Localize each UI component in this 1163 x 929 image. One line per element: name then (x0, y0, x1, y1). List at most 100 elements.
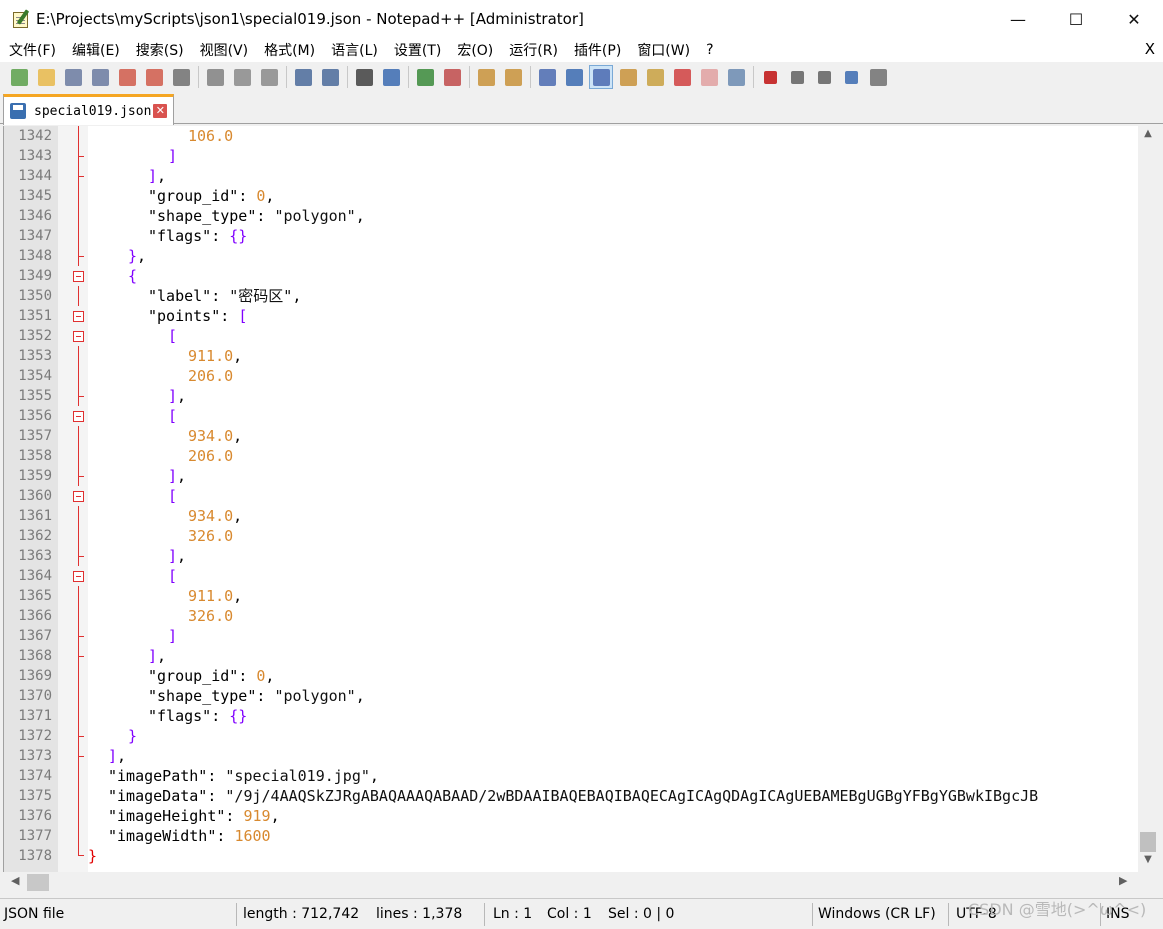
code-line[interactable]: 1375 "imageData": "/9j/4AAQSkZJRgABAQAAAQ… (4, 786, 1138, 806)
code-line[interactable]: 1350 "label": "密码区", (4, 286, 1138, 306)
menu-settings[interactable]: 设置(T) (385, 40, 448, 60)
code-line[interactable]: 1376 "imageHeight": 919, (4, 806, 1138, 826)
scroll-right-icon[interactable]: ▶ (1119, 874, 1127, 887)
indent-guide-icon[interactable] (589, 65, 613, 89)
code-line[interactable]: 1356 [ (4, 406, 1138, 426)
close-icon[interactable] (115, 65, 139, 89)
code-line[interactable]: 1365 911.0, (4, 586, 1138, 606)
menu-plugins[interactable]: 插件(P) (565, 40, 628, 60)
code-line[interactable]: 1374 "imagePath": "special019.jpg", (4, 766, 1138, 786)
code-line[interactable]: 1361 934.0, (4, 506, 1138, 526)
menu-edit[interactable]: 编辑(E) (63, 40, 127, 60)
code-line[interactable]: 1366 326.0 (4, 606, 1138, 626)
horizontal-scrollbar[interactable]: ◀ ▶ (3, 872, 1138, 893)
monitoring-icon[interactable] (724, 65, 748, 89)
code-line[interactable]: 1363], (4, 546, 1138, 566)
scroll-down-icon[interactable]: ▼ (1138, 854, 1158, 872)
zoom-out-icon[interactable] (440, 65, 464, 89)
code-line[interactable]: 1372} (4, 726, 1138, 746)
cut-icon[interactable] (203, 65, 227, 89)
vertical-scroll-thumb[interactable] (1140, 832, 1156, 852)
document-map-icon[interactable] (616, 65, 640, 89)
code-line[interactable]: 1377 "imageWidth": 1600 (4, 826, 1138, 846)
code-line[interactable]: 1358 206.0 (4, 446, 1138, 466)
close-button[interactable]: ✕ (1105, 0, 1163, 38)
record-macro-icon[interactable] (758, 65, 782, 89)
fold-toggle-icon[interactable] (73, 331, 84, 342)
save-icon[interactable] (61, 65, 85, 89)
code-line[interactable]: 1352 [ (4, 326, 1138, 346)
code-line[interactable]: 1370 "shape_type": "polygon", (4, 686, 1138, 706)
paste-icon[interactable] (257, 65, 281, 89)
sync-vertical-icon[interactable] (474, 65, 498, 89)
undo-icon[interactable] (291, 65, 315, 89)
show-all-chars-icon[interactable] (562, 65, 586, 89)
save-all-icon[interactable] (88, 65, 112, 89)
code-line[interactable]: 1354 206.0 (4, 366, 1138, 386)
fold-toggle-icon[interactable] (73, 411, 84, 422)
play-macro-icon[interactable] (812, 65, 836, 89)
code-line[interactable]: 1360 [ (4, 486, 1138, 506)
fold-toggle-icon[interactable] (73, 311, 84, 322)
code-line[interactable]: 1342 106.0 (4, 126, 1138, 146)
tab-special019-json[interactable]: special019.json ✕ (3, 94, 174, 125)
folder-icon[interactable] (697, 65, 721, 89)
run-macro-multiple-icon[interactable] (839, 65, 863, 89)
menu-window[interactable]: 窗口(W) (628, 40, 697, 60)
code-line[interactable]: 1368], (4, 646, 1138, 666)
code-line[interactable]: 1357 934.0, (4, 426, 1138, 446)
close-all-icon[interactable] (142, 65, 166, 89)
menu-search[interactable]: 搜索(S) (127, 40, 191, 60)
fold-toggle-icon[interactable] (73, 491, 84, 502)
code-line[interactable]: 1346 "shape_type": "polygon", (4, 206, 1138, 226)
close-document-button[interactable]: X (1145, 40, 1155, 58)
code-line[interactable]: 1362 326.0 (4, 526, 1138, 546)
code-line[interactable]: 1343] (4, 146, 1138, 166)
code-line[interactable]: 1353 911.0, (4, 346, 1138, 366)
redo-icon[interactable] (318, 65, 342, 89)
menu-file[interactable]: 文件(F) (0, 40, 63, 60)
minimize-button[interactable]: — (989, 0, 1047, 38)
menu-format[interactable]: 格式(M) (255, 40, 322, 60)
menu-view[interactable]: 视图(V) (191, 40, 256, 60)
zoom-in-icon[interactable] (413, 65, 437, 89)
word-wrap-icon[interactable] (535, 65, 559, 89)
code-line[interactable]: 1349 { (4, 266, 1138, 286)
horizontal-scroll-thumb[interactable] (27, 874, 49, 891)
menu-language[interactable]: 语言(L) (322, 40, 385, 60)
code-line[interactable]: 1347 "flags": {} (4, 226, 1138, 246)
open-file-icon[interactable] (34, 65, 58, 89)
folder-workspace-icon[interactable] (670, 65, 694, 89)
menu-help[interactable]: ? (697, 42, 720, 58)
code-line[interactable]: 1351 "points": [ (4, 306, 1138, 326)
new-file-icon[interactable] (7, 65, 31, 89)
menu-run[interactable]: 运行(R) (500, 40, 565, 60)
code-editor[interactable]: 1342 106.0 1343] 1344], 1345 "group_id": 0, 13… (3, 126, 1138, 872)
function-list-icon[interactable] (643, 65, 667, 89)
code-line[interactable]: 1371 "flags": {} (4, 706, 1138, 726)
replace-icon[interactable] (379, 65, 403, 89)
code-line[interactable]: 1367] (4, 626, 1138, 646)
code-line[interactable]: 1348}, (4, 246, 1138, 266)
stop-macro-icon[interactable] (785, 65, 809, 89)
code-line[interactable]: 1355], (4, 386, 1138, 406)
code-line[interactable]: 1364 [ (4, 566, 1138, 586)
sync-horizontal-icon[interactable] (501, 65, 525, 89)
code-line[interactable]: 1345 "group_id": 0, (4, 186, 1138, 206)
code-line[interactable]: 1378} (4, 846, 1138, 866)
fold-toggle-icon[interactable] (73, 271, 84, 282)
scroll-left-icon[interactable]: ◀ (11, 874, 19, 887)
tab-close-icon[interactable]: ✕ (153, 104, 168, 118)
code-line[interactable]: 1344], (4, 166, 1138, 186)
code-line[interactable]: 1373], (4, 746, 1138, 766)
maximize-button[interactable]: ☐ (1047, 0, 1105, 38)
copy-icon[interactable] (230, 65, 254, 89)
status-eol[interactable]: Windows (CR LF) (818, 899, 936, 929)
code-line[interactable]: 1369 "group_id": 0, (4, 666, 1138, 686)
code-line[interactable]: 1359], (4, 466, 1138, 486)
scroll-up-icon[interactable]: ▲ (1138, 128, 1158, 146)
fold-toggle-icon[interactable] (73, 571, 84, 582)
save-macro-icon[interactable] (866, 65, 890, 89)
vertical-scrollbar[interactable]: ▲ ▼ (1138, 126, 1158, 872)
menu-macro[interactable]: 宏(O) (448, 40, 500, 60)
